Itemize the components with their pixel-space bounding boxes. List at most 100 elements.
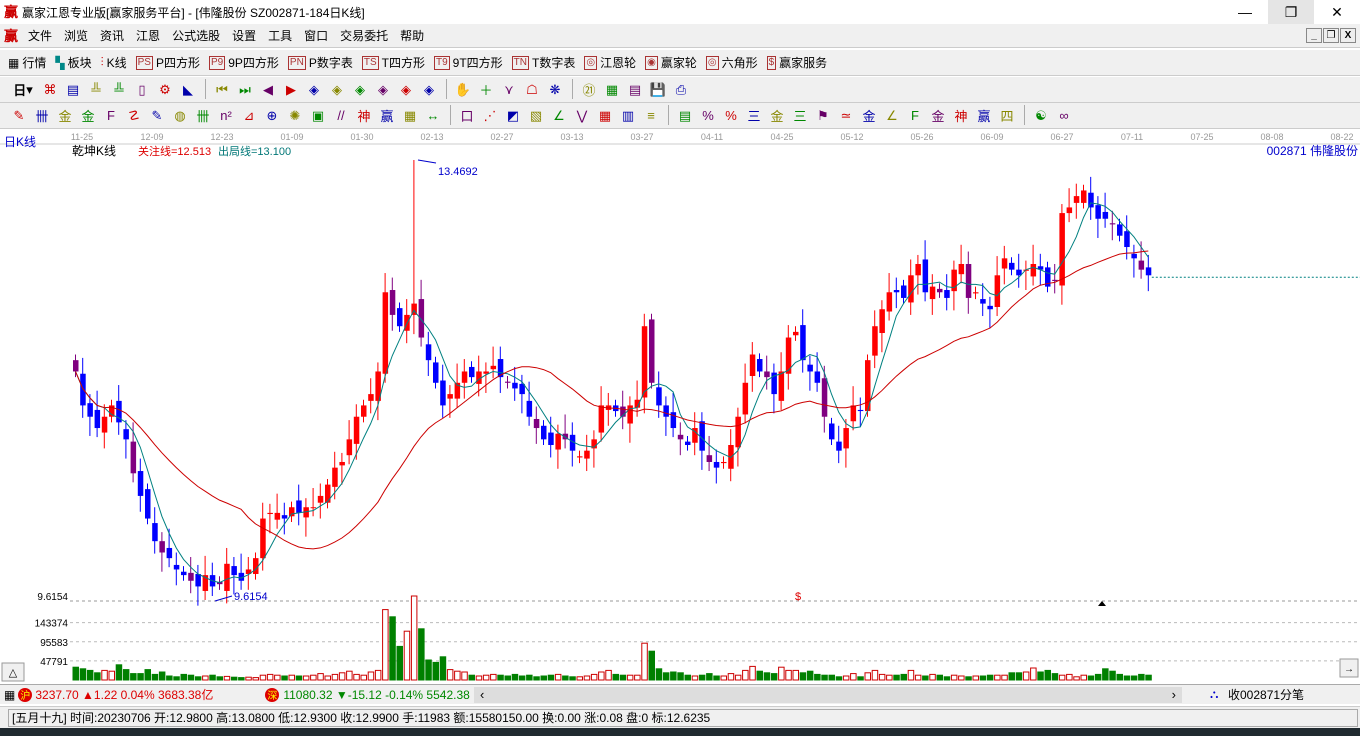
toolbar-button[interactable]: P9 9P四方形	[209, 54, 279, 71]
tool-icon[interactable]: ◈	[349, 79, 371, 101]
tool-icon[interactable]: ╩	[108, 79, 130, 101]
quotes-button[interactable]: ▦ 行情	[8, 54, 46, 71]
tool-icon[interactable]: ✋	[452, 79, 474, 101]
tool-icon[interactable]: 金	[927, 105, 949, 127]
menu-item[interactable]: 交易委托	[334, 27, 394, 44]
tool-icon[interactable]: ∞	[1053, 105, 1075, 127]
period-dropdown[interactable]: 日 ▾	[8, 79, 38, 101]
tool-icon[interactable]: ▦	[601, 79, 623, 101]
tool-icon[interactable]: ╩	[85, 79, 107, 101]
toolbar-button[interactable]: T9 9T四方形	[433, 54, 503, 71]
tool-icon[interactable]: ◩	[502, 105, 524, 127]
tool-icon[interactable]: ⌘	[39, 79, 61, 101]
tool-icon[interactable]: 三	[743, 105, 765, 127]
close-button[interactable]: ✕	[1314, 0, 1360, 24]
tool-icon[interactable]: ⊿	[238, 105, 260, 127]
menu-item[interactable]: 江恩	[130, 27, 166, 44]
tool-icon[interactable]: ↔	[422, 105, 444, 127]
tool-icon[interactable]: //	[330, 105, 352, 127]
tool-icon[interactable]: ≡	[640, 105, 662, 127]
tool-icon[interactable]: ⏮	[211, 79, 233, 101]
tool-icon[interactable]: %	[697, 105, 719, 127]
tool-icon[interactable]: 金	[77, 105, 99, 127]
tool-icon[interactable]: ▦	[399, 105, 421, 127]
tool-icon[interactable]: 卌	[31, 105, 53, 127]
tool-icon[interactable]: ∠	[548, 105, 570, 127]
tool-icon[interactable]: ☯	[1030, 105, 1052, 127]
toolbar-button[interactable]: ◉ 赢家轮	[645, 54, 697, 71]
tool-icon[interactable]: 卌	[192, 105, 214, 127]
tool-icon[interactable]: 口	[456, 105, 478, 127]
tool-icon[interactable]: ◈	[303, 79, 325, 101]
tool-icon[interactable]: ▤	[674, 105, 696, 127]
tool-icon[interactable]: ◀	[257, 79, 279, 101]
mdi-minimize-button[interactable]: _	[1306, 28, 1322, 43]
tool-icon[interactable]: 四	[996, 105, 1018, 127]
tool-icon[interactable]: 赢	[376, 105, 398, 127]
tool-icon[interactable]: ▯	[131, 79, 153, 101]
scroll-left-icon[interactable]: ‹	[480, 687, 484, 703]
shenzhen-index[interactable]: 11080.32 ▼-15.12 -0.14% 5542.38	[283, 688, 483, 702]
sector-button[interactable]: ▚ 板块	[55, 54, 91, 71]
tool-icon[interactable]: 神	[353, 105, 375, 127]
restore-button[interactable]: ❐	[1268, 0, 1314, 24]
tool-icon[interactable]: ◈	[372, 79, 394, 101]
toolbar-button[interactable]: ◎ 江恩轮	[584, 54, 636, 71]
menu-item[interactable]: 资讯	[94, 27, 130, 44]
tool-icon[interactable]: ✎	[146, 105, 168, 127]
tool-icon[interactable]: ⏭	[234, 79, 256, 101]
tool-icon[interactable]: ⋰	[479, 105, 501, 127]
tool-icon[interactable]: ▣	[307, 105, 329, 127]
menu-item[interactable]: 文件	[22, 27, 58, 44]
tool-icon[interactable]: ▧	[525, 105, 547, 127]
tool-icon[interactable]: ∠	[881, 105, 903, 127]
tool-icon[interactable]: ▥	[617, 105, 639, 127]
tool-icon[interactable]: ⋎	[498, 79, 520, 101]
toolbar-button[interactable]: ◎ 六角形	[705, 54, 758, 71]
tool-icon[interactable]: ⊕	[261, 105, 283, 127]
tool-icon[interactable]: ✺	[284, 105, 306, 127]
tool-icon[interactable]: %	[720, 105, 742, 127]
menu-item[interactable]: 帮助	[394, 27, 430, 44]
tool-icon[interactable]: ✎	[8, 105, 30, 127]
tool-icon[interactable]: 三	[789, 105, 811, 127]
tool-icon[interactable]: ＋	[475, 79, 497, 101]
tool-icon[interactable]: ◈	[326, 79, 348, 101]
tool-icon[interactable]: ⎙	[670, 79, 692, 101]
mdi-restore-button[interactable]: ❐	[1323, 28, 1339, 43]
tool-icon[interactable]: 金	[54, 105, 76, 127]
tool-icon[interactable]: 神	[950, 105, 972, 127]
tool-icon[interactable]: 金	[858, 105, 880, 127]
tool-icon[interactable]: ▦	[594, 105, 616, 127]
tool-icon[interactable]: ◈	[395, 79, 417, 101]
tool-icon[interactable]: ☖	[521, 79, 543, 101]
tool-icon[interactable]: ◈	[418, 79, 440, 101]
tool-icon[interactable]: ◣	[177, 79, 199, 101]
tool-icon[interactable]: F	[100, 105, 122, 127]
tool-icon[interactable]: ⚑	[812, 105, 834, 127]
menu-item[interactable]: 工具	[262, 27, 298, 44]
tool-icon[interactable]: ▤	[624, 79, 646, 101]
tool-icon[interactable]: ❋	[544, 79, 566, 101]
tool-icon[interactable]: ㉑	[578, 79, 600, 101]
toolbar-button[interactable]: PS P四方形	[135, 54, 200, 71]
tool-icon[interactable]: 赢	[973, 105, 995, 127]
tool-icon[interactable]: n²	[215, 105, 237, 127]
scroll-right-icon[interactable]: ›	[1172, 687, 1176, 703]
toolbar-button[interactable]: TN T数字表	[511, 54, 575, 71]
tool-icon[interactable]: ☡	[123, 105, 145, 127]
menu-item[interactable]: 窗口	[298, 27, 334, 44]
tool-icon[interactable]: ≃	[835, 105, 857, 127]
tool-icon[interactable]: ▤	[62, 79, 84, 101]
tool-icon[interactable]: ⋁	[571, 105, 593, 127]
menu-item[interactable]: 设置	[226, 27, 262, 44]
tool-icon[interactable]: ⚙	[154, 79, 176, 101]
menu-item[interactable]: 浏览	[58, 27, 94, 44]
kline-chart[interactable]: 11-25 12-09 12-23 01-09 01-30 02-13 02-27 03-13…	[0, 129, 1360, 682]
tool-icon[interactable]: ◍	[169, 105, 191, 127]
toolbar-button[interactable]: TS T四方形	[361, 54, 425, 71]
tool-icon[interactable]: ▶	[280, 79, 302, 101]
menu-item[interactable]: 公式选股	[166, 27, 226, 44]
tool-icon[interactable]: 金	[766, 105, 788, 127]
shanghai-index[interactable]: 3237.70 ▲1.22 0.04% 3683.38亿	[35, 686, 245, 703]
